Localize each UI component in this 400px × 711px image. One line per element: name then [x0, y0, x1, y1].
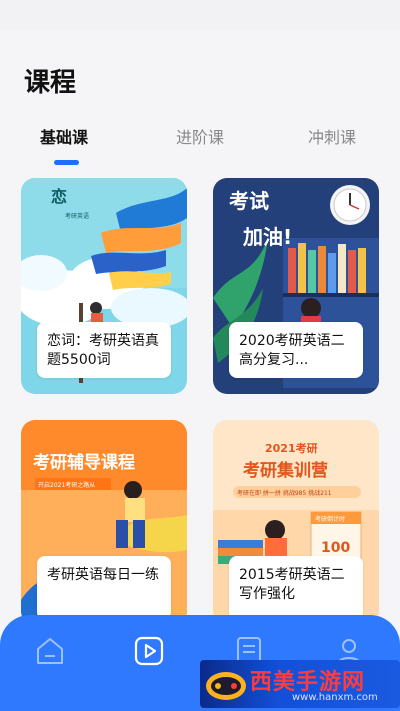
tab-basic[interactable]: 基础课 [40, 124, 88, 148]
course-card-writing[interactable]: 2021考研 考研集训营 考研在即 拼一拼 挑战985 挑战211 考研倒计时 … [213, 420, 379, 625]
course-card-vocabulary[interactable]: 恋 考研英语 恋词：考研英语真题5500词 [21, 178, 187, 394]
course-card-daily-practice[interactable]: 考研辅导课程 开启2021考研之路从 考研英语每日一练 [21, 420, 187, 625]
svg-text:开启2021考研之路从: 开启2021考研之路从 [38, 481, 95, 489]
svg-text:100: 100 [321, 540, 350, 556]
course-title: 恋词：考研英语真题5500词 [37, 322, 171, 378]
page-title: 课程 [24, 68, 77, 98]
cover-text: 2021考研 [265, 441, 318, 455]
course-title: 考研英语每日一练 [37, 556, 171, 620]
cover-text: 恋 [51, 187, 67, 206]
tab-sprint[interactable]: 冲刺课 [308, 124, 356, 148]
svg-text:考研倒计时: 考研倒计时 [315, 515, 345, 523]
course-card-english-two[interactable]: 考试 加油! 2020考研英语二高分复习... [213, 178, 379, 394]
svg-text:加油!: 加油! [242, 225, 292, 249]
gamepad-icon [206, 672, 246, 700]
cover-text: 考研辅导课程 [32, 452, 135, 473]
course-title: 2020考研英语二高分复习... [229, 322, 363, 378]
svg-text:考研在即 拼一拼 挑战985 挑战211: 考研在即 拼一拼 挑战985 挑战211 [237, 489, 332, 497]
home-icon[interactable] [34, 635, 66, 667]
cover-text: 考试 [229, 189, 269, 213]
svg-text:考研集训营: 考研集训营 [242, 460, 328, 481]
watermark-logo: 西美手游网 www.hanxm.com [200, 660, 400, 708]
course-title: 2015考研英语二写作强化 [229, 556, 363, 620]
tab-active-indicator [54, 160, 79, 165]
play-icon[interactable] [133, 635, 165, 667]
watermark-url: www.hanxm.com [292, 692, 378, 703]
svg-text:考研英语: 考研英语 [65, 212, 89, 220]
course-tabs: 基础课 进阶课 冲刺课 [0, 124, 400, 168]
tab-advanced[interactable]: 进阶课 [176, 124, 224, 148]
status-bar [0, 0, 400, 30]
